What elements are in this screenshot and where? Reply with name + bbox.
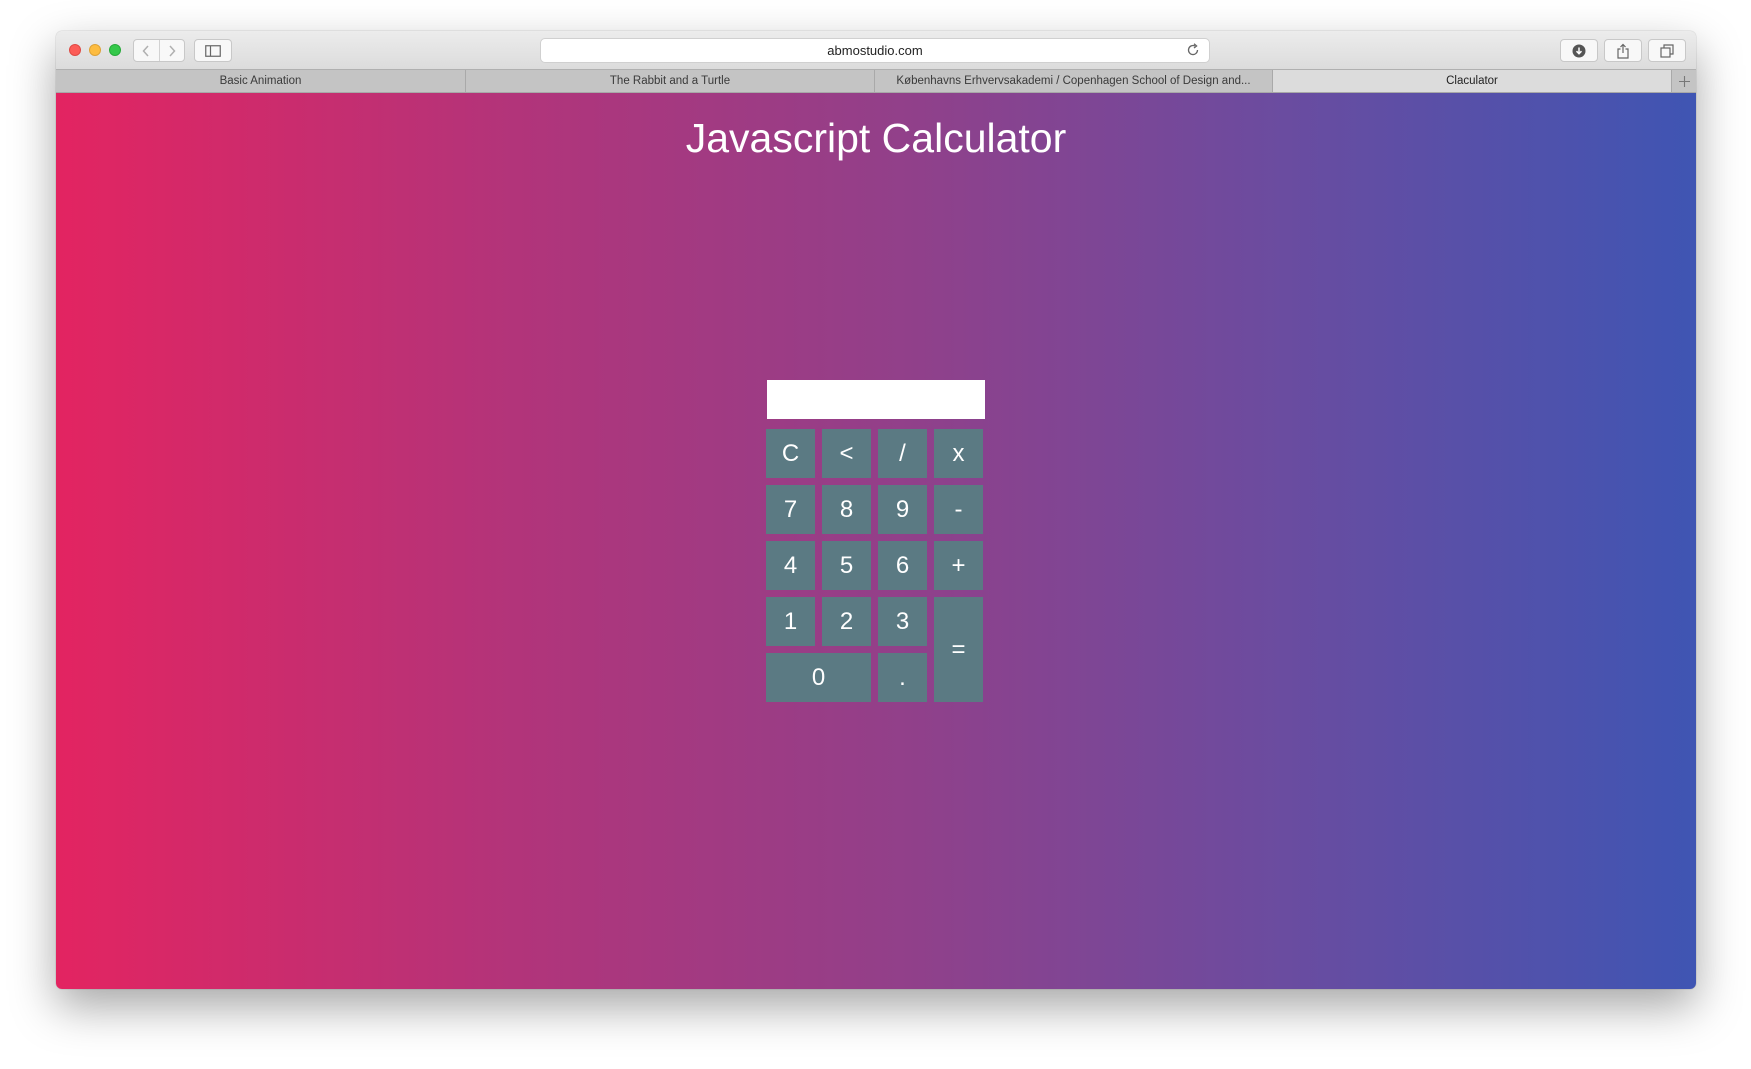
close-window-button[interactable] [69,44,81,56]
key-6[interactable]: 6 [878,541,927,590]
new-tab-button[interactable] [1672,70,1696,92]
key-equals[interactable]: = [934,597,983,702]
key-7[interactable]: 7 [766,485,815,534]
reload-icon[interactable] [1185,42,1201,58]
download-icon [1572,44,1586,57]
page-title: Javascript Calculator [685,115,1067,161]
key-0[interactable]: 0 [766,653,871,702]
tab-basic-animation[interactable]: Basic Animation [56,70,466,92]
page-content: Javascript Calculator C < / x 7 8 9 - 4 … [56,93,1696,989]
tab-label: The Rabbit and a Turtle [609,75,731,87]
key-divide[interactable]: / [878,429,927,478]
show-tabs-button[interactable] [1648,39,1686,62]
tab-label: Basic Animation [219,75,302,87]
key-5[interactable]: 5 [822,541,871,590]
chevron-left-icon [142,44,149,57]
key-4[interactable]: 4 [766,541,815,590]
tab-calculator[interactable]: Claculator [1273,70,1672,92]
history-navigation [133,39,185,62]
key-multiply[interactable]: x [934,429,983,478]
key-backspace[interactable]: < [822,429,871,478]
tab-label: Københavns Erhvervsakademi / Copenhagen … [896,75,1251,87]
sidebar-button[interactable] [194,39,232,62]
key-2[interactable]: 2 [822,597,871,646]
tab-label: Claculator [1446,75,1498,87]
key-8[interactable]: 8 [822,485,871,534]
address-text: abmostudio.com [827,43,923,58]
chevron-right-icon [169,44,176,57]
key-1[interactable]: 1 [766,597,815,646]
back-button[interactable] [134,40,159,61]
key-3[interactable]: 3 [878,597,927,646]
forward-button[interactable] [158,40,185,61]
browser-toolbar: abmostudio.com [56,31,1696,69]
calculator-display[interactable] [767,380,985,419]
tab-bar: Basic Animation The Rabbit and a Turtle … [56,69,1696,93]
key-9[interactable]: 9 [878,485,927,534]
key-clear[interactable]: C [766,429,815,478]
zoom-window-button[interactable] [109,44,121,56]
tab-kea[interactable]: Københavns Erhvervsakademi / Copenhagen … [875,70,1273,92]
browser-window: abmostudio.com Basic Animation The Rabbi… [56,31,1696,989]
share-button[interactable] [1604,39,1642,62]
key-minus[interactable]: - [934,485,983,534]
key-decimal[interactable]: . [878,653,927,702]
tabs-overview-icon [1660,43,1674,58]
downloads-button[interactable] [1560,39,1598,62]
tab-rabbit-turtle[interactable]: The Rabbit and a Turtle [466,70,875,92]
plus-icon [1678,75,1690,87]
address-bar[interactable]: abmostudio.com [540,38,1210,63]
key-plus[interactable]: + [934,541,983,590]
share-icon [1617,43,1629,59]
minimize-window-button[interactable] [89,44,101,56]
sidebar-icon [205,44,221,57]
